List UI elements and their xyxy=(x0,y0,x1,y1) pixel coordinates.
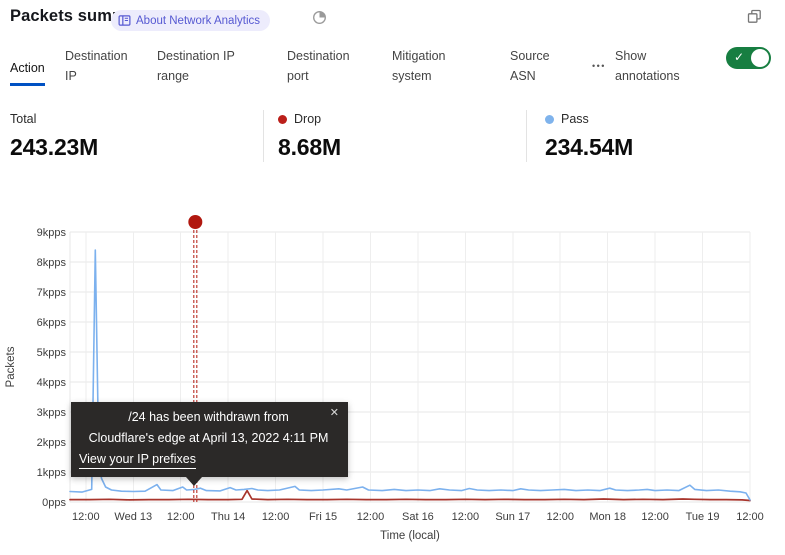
svg-text:4kpps: 4kpps xyxy=(37,377,67,389)
tooltip-close-icon[interactable]: ✕ xyxy=(330,406,339,420)
tab-source-asn-label: Source ASN xyxy=(510,46,558,86)
about-badge-label: About Network Analytics xyxy=(136,15,260,27)
toggle-knob xyxy=(751,49,769,67)
svg-text:3kpps: 3kpps xyxy=(37,407,67,419)
tooltip-caret xyxy=(186,477,202,486)
svg-text:Thu 14: Thu 14 xyxy=(211,511,245,523)
stat-pass-label: Pass xyxy=(561,112,589,126)
svg-text:6kpps: 6kpps xyxy=(37,317,67,329)
svg-text:Wed 13: Wed 13 xyxy=(114,511,152,523)
svg-text:12:00: 12:00 xyxy=(167,511,195,523)
annotation-tooltip: ✕ /24 has been withdrawn from Cloudflare… xyxy=(71,402,348,477)
stat-drop-value: 8.68M xyxy=(278,134,341,161)
packets-chart: 0pps 1kpps 2kpps 3kpps 4kpps 5kpps 6kpps 7kpps 8… xyxy=(0,210,785,555)
toggle-check-icon: ✓ xyxy=(734,50,744,64)
svg-text:12:00: 12:00 xyxy=(72,511,100,523)
dimension-tabs: Action Destination IP Destination IP ran… xyxy=(10,44,785,92)
show-annotations-label: Show annotations xyxy=(615,44,699,92)
packets-chart-svg: 0pps 1kpps 2kpps 3kpps 4kpps 5kpps 6kpps 7kpps 8… xyxy=(0,210,785,555)
stat-pass-value: 234.54M xyxy=(545,134,633,161)
svg-text:8kpps: 8kpps xyxy=(37,257,67,269)
annotation-dot[interactable] xyxy=(188,215,202,229)
time-indicator-icon xyxy=(312,10,327,25)
book-icon xyxy=(118,14,131,27)
tooltip-message: /24 has been withdrawn from Cloudflare's… xyxy=(79,407,338,449)
svg-text:12:00: 12:00 xyxy=(452,511,480,523)
tab-destination-port-label: Destination port xyxy=(287,46,359,86)
tab-mitigation-system[interactable]: Mitigation system xyxy=(392,44,510,92)
drop-dot-icon xyxy=(278,115,287,124)
stat-drop-label: Drop xyxy=(294,112,321,126)
svg-text:Mon 18: Mon 18 xyxy=(589,511,626,523)
svg-text:12:00: 12:00 xyxy=(546,511,574,523)
svg-text:12:00: 12:00 xyxy=(262,511,290,523)
svg-text:9kpps: 9kpps xyxy=(37,227,67,239)
pass-dot-icon xyxy=(545,115,554,124)
packets-summary-panel: Packets summary About Network Analytics … xyxy=(0,0,785,555)
svg-text:0pps: 0pps xyxy=(42,497,66,509)
expand-icon[interactable] xyxy=(747,9,762,24)
svg-text:7kpps: 7kpps xyxy=(37,287,67,299)
svg-text:12:00: 12:00 xyxy=(736,511,764,523)
svg-text:1kpps: 1kpps xyxy=(37,467,67,479)
svg-text:Packets: Packets xyxy=(5,346,17,387)
tab-action[interactable]: Action xyxy=(10,44,65,92)
annotations-toggle[interactable]: ✓ xyxy=(726,47,771,69)
svg-text:5kpps: 5kpps xyxy=(37,347,67,359)
tab-destination-ip-label: Destination IP xyxy=(65,46,137,86)
tab-destination-port[interactable]: Destination port xyxy=(287,44,392,92)
tab-destination-ip-range-label: Destination IP range xyxy=(157,46,243,86)
stat-drop: Drop 8.68M xyxy=(278,112,341,161)
svg-text:Sun 17: Sun 17 xyxy=(495,511,530,523)
tab-source-asn[interactable]: Source ASN xyxy=(510,44,592,92)
svg-text:Fri 15: Fri 15 xyxy=(309,511,337,523)
more-tabs-button[interactable]: ••• xyxy=(592,44,615,92)
tab-destination-ip-range[interactable]: Destination IP range xyxy=(157,44,287,92)
tab-destination-ip[interactable]: Destination IP xyxy=(65,44,157,92)
tab-action-label: Action xyxy=(10,58,45,86)
svg-text:2kpps: 2kpps xyxy=(37,437,67,449)
stats-divider xyxy=(526,110,527,162)
svg-text:Sat 16: Sat 16 xyxy=(402,511,434,523)
tooltip-link[interactable]: View your IP prefixes xyxy=(79,450,196,469)
stats-row: Total 243.23M Drop 8.68M Pass 234.54M xyxy=(0,108,785,170)
stat-total-value: 243.23M xyxy=(10,134,98,161)
svg-text:Tue 19: Tue 19 xyxy=(686,511,720,523)
svg-text:12:00: 12:00 xyxy=(357,511,385,523)
series-drop xyxy=(70,491,750,501)
svg-text:Time (local): Time (local) xyxy=(380,530,440,542)
svg-text:12:00: 12:00 xyxy=(641,511,669,523)
about-network-analytics-badge[interactable]: About Network Analytics xyxy=(111,10,270,31)
stat-pass: Pass 234.54M xyxy=(545,112,633,161)
stats-divider xyxy=(263,110,264,162)
stat-total: Total 243.23M xyxy=(10,112,98,161)
tab-mitigation-system-label: Mitigation system xyxy=(392,46,462,86)
stat-total-label: Total xyxy=(10,112,36,126)
